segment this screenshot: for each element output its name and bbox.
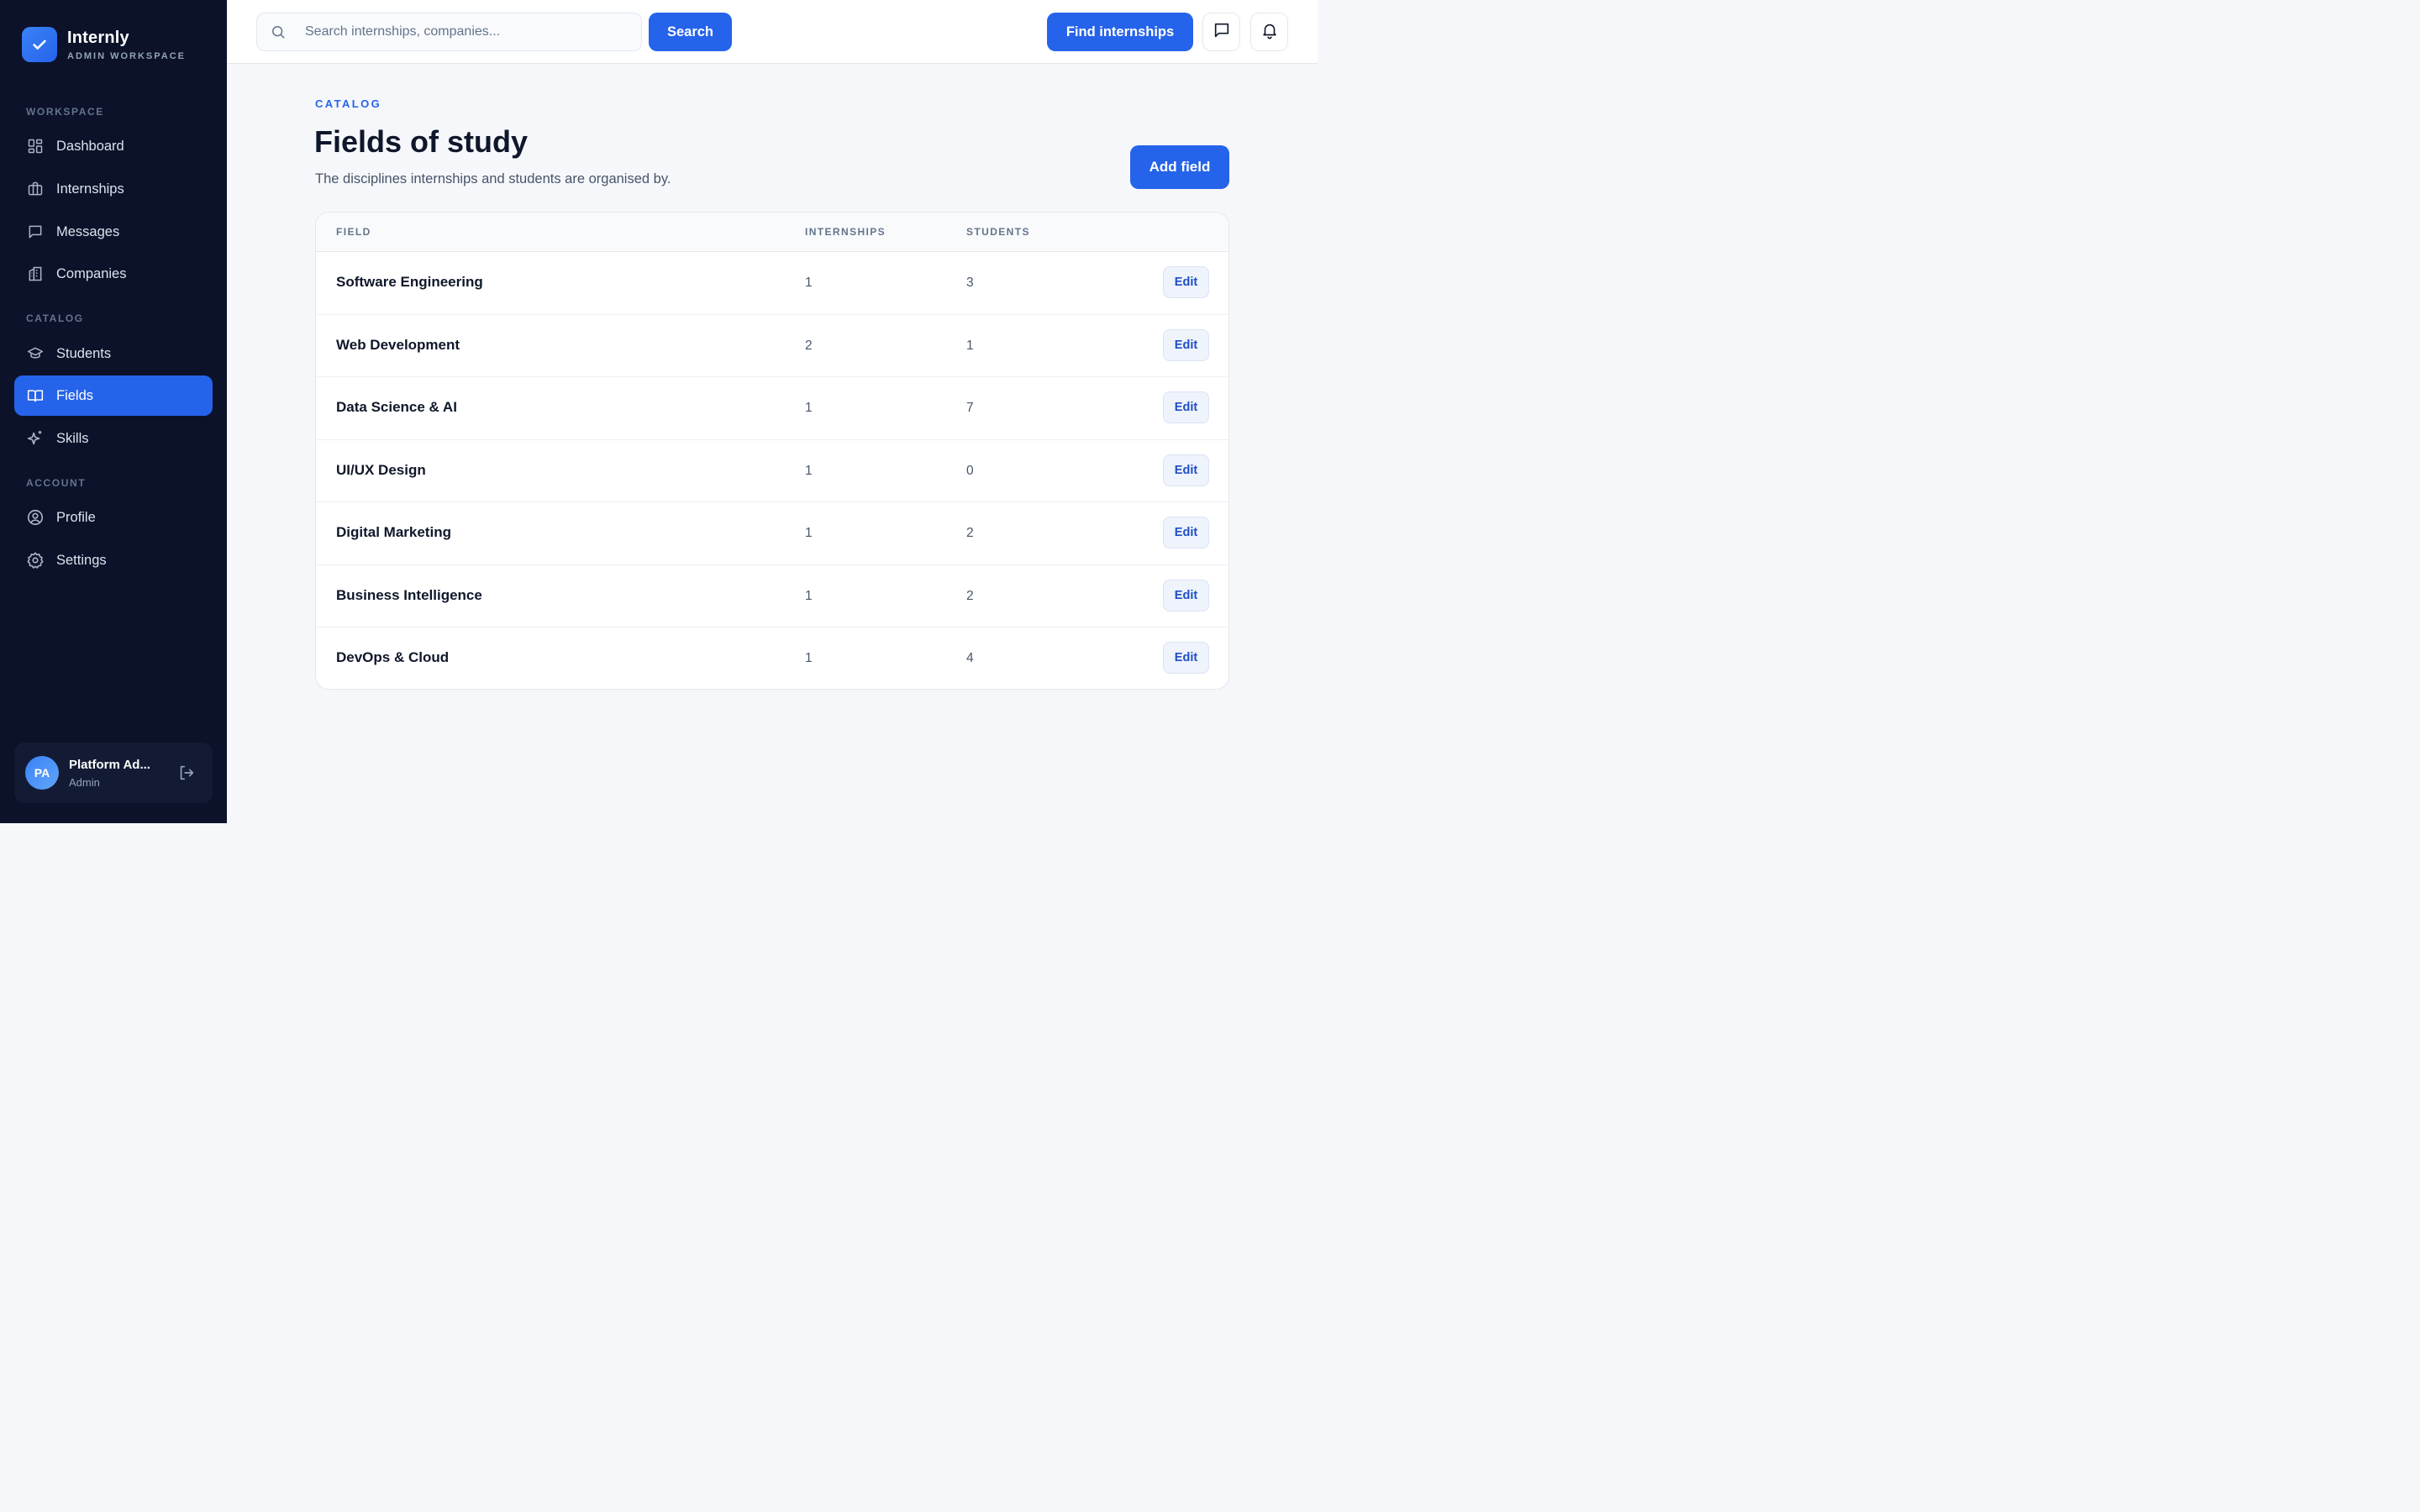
- column-header-internships[interactable]: INTERNSHIPS: [805, 226, 886, 238]
- sidebar-item-label: Fields: [56, 387, 94, 403]
- logout-icon[interactable]: [177, 764, 196, 782]
- sidebar-item-students[interactable]: Students: [14, 333, 213, 374]
- nav-section-workspace: WORKSPACE: [26, 106, 104, 118]
- sidebar-item-settings[interactable]: Settings: [14, 540, 213, 580]
- sidebar-item-profile[interactable]: Profile: [14, 497, 213, 538]
- sidebar: Internly ADMIN WORKSPACE WORKSPACE Dashb…: [0, 0, 227, 823]
- column-header-field[interactable]: FIELD: [336, 226, 371, 238]
- sidebar-item-label: Internships: [56, 181, 124, 197]
- page-eyebrow: CATALOG: [315, 97, 382, 110]
- fields-table: FIELD INTERNSHIPS STUDENTS Software Engi…: [315, 212, 1229, 690]
- students-count: 3: [966, 276, 974, 290]
- internships-count: 1: [805, 401, 813, 415]
- page-title: Fields of study: [314, 124, 529, 159]
- internships-count: 1: [805, 651, 813, 665]
- students-count: 7: [966, 401, 974, 415]
- field-name: Data Science & AI: [336, 399, 457, 415]
- edit-button[interactable]: Edit: [1163, 454, 1209, 486]
- search-box: [256, 13, 642, 51]
- table-row: DevOps & Cloud 1 4 Edit: [316, 627, 1228, 689]
- edit-button[interactable]: Edit: [1163, 642, 1209, 674]
- sidebar-item-label: Settings: [56, 552, 107, 568]
- nav-section-catalog: CATALOG: [26, 312, 84, 324]
- notifications-button[interactable]: [1250, 13, 1288, 51]
- gear-icon: [26, 551, 45, 570]
- brand[interactable]: Internly ADMIN WORKSPACE: [22, 27, 186, 62]
- table-row: Web Development 2 1 Edit: [316, 315, 1228, 377]
- user-role: Admin: [69, 775, 100, 789]
- sidebar-item-companies[interactable]: Companies: [14, 254, 213, 294]
- sidebar-item-label: Students: [56, 345, 112, 361]
- students-count: 2: [966, 588, 974, 603]
- dashboard-icon: [26, 137, 45, 155]
- add-field-button[interactable]: Add field: [1130, 145, 1229, 189]
- students-count: 2: [966, 526, 974, 540]
- user-name: Platform Ad...: [69, 757, 150, 772]
- topbar: Search Find internships: [227, 0, 1318, 64]
- graduation-cap-icon: [26, 344, 45, 363]
- students-count: 1: [966, 338, 974, 353]
- students-count: 4: [966, 651, 974, 665]
- sidebar-item-label: Profile: [56, 509, 96, 525]
- check-logo-icon: [22, 27, 57, 62]
- field-name: DevOps & Cloud: [336, 649, 450, 665]
- field-name: UI/UX Design: [336, 461, 426, 478]
- sidebar-item-label: Messages: [56, 223, 120, 239]
- user-circle-icon: [26, 508, 45, 527]
- internships-count: 1: [805, 463, 813, 478]
- search-icon: [270, 24, 287, 40]
- table-row: Business Intelligence 1 2 Edit: [316, 565, 1228, 627]
- edit-button[interactable]: Edit: [1163, 391, 1209, 423]
- edit-button[interactable]: Edit: [1163, 266, 1209, 298]
- table-row: Software Engineering 1 3 Edit: [316, 252, 1228, 315]
- field-name: Software Engineering: [336, 274, 483, 290]
- sidebar-item-messages[interactable]: Messages: [14, 212, 213, 252]
- internships-count: 1: [805, 276, 813, 290]
- user-card: PA Platform Ad... Admin: [14, 743, 213, 803]
- internships-count: 2: [805, 338, 813, 353]
- messages-button[interactable]: [1202, 13, 1240, 51]
- table-row: Digital Marketing 1 2 Edit: [316, 502, 1228, 565]
- sidebar-item-label: Dashboard: [56, 138, 124, 154]
- sidebar-item-label: Skills: [56, 430, 89, 446]
- sidebar-item-dashboard[interactable]: Dashboard: [14, 126, 213, 166]
- sparkles-icon: [26, 429, 45, 448]
- search-button[interactable]: Search: [649, 13, 732, 51]
- column-header-students[interactable]: STUDENTS: [966, 226, 1030, 238]
- bell-icon: [1260, 21, 1279, 44]
- building-icon: [26, 265, 45, 283]
- message-icon: [1213, 21, 1231, 44]
- sidebar-item-skills[interactable]: Skills: [14, 418, 213, 459]
- sidebar-item-label: Companies: [56, 265, 127, 281]
- table-row: UI/UX Design 1 0 Edit: [316, 440, 1228, 502]
- table-row: Data Science & AI 1 7 Edit: [316, 377, 1228, 440]
- field-name: Digital Marketing: [336, 524, 451, 540]
- edit-button[interactable]: Edit: [1163, 579, 1209, 612]
- page-subtitle: The disciplines internships and students…: [315, 171, 671, 186]
- field-name: Web Development: [336, 336, 460, 353]
- internships-count: 1: [805, 588, 813, 603]
- search-input[interactable]: [305, 24, 624, 39]
- find-internships-button[interactable]: Find internships: [1047, 13, 1193, 51]
- message-icon: [26, 223, 45, 241]
- brand-name: Internly: [67, 28, 129, 47]
- nav-section-account: ACCOUNT: [26, 477, 87, 489]
- brand-subtitle: ADMIN WORKSPACE: [67, 50, 187, 61]
- students-count: 0: [966, 463, 974, 478]
- book-icon: [26, 386, 45, 405]
- edit-button[interactable]: Edit: [1163, 517, 1209, 549]
- field-name: Business Intelligence: [336, 586, 482, 603]
- sidebar-item-fields[interactable]: Fields: [14, 375, 213, 416]
- avatar: PA: [25, 756, 59, 790]
- edit-button[interactable]: Edit: [1163, 328, 1209, 361]
- table-header: FIELD INTERNSHIPS STUDENTS: [316, 213, 1228, 252]
- briefcase-icon: [26, 180, 45, 198]
- sidebar-item-internships[interactable]: Internships: [14, 169, 213, 209]
- internships-count: 1: [805, 526, 813, 540]
